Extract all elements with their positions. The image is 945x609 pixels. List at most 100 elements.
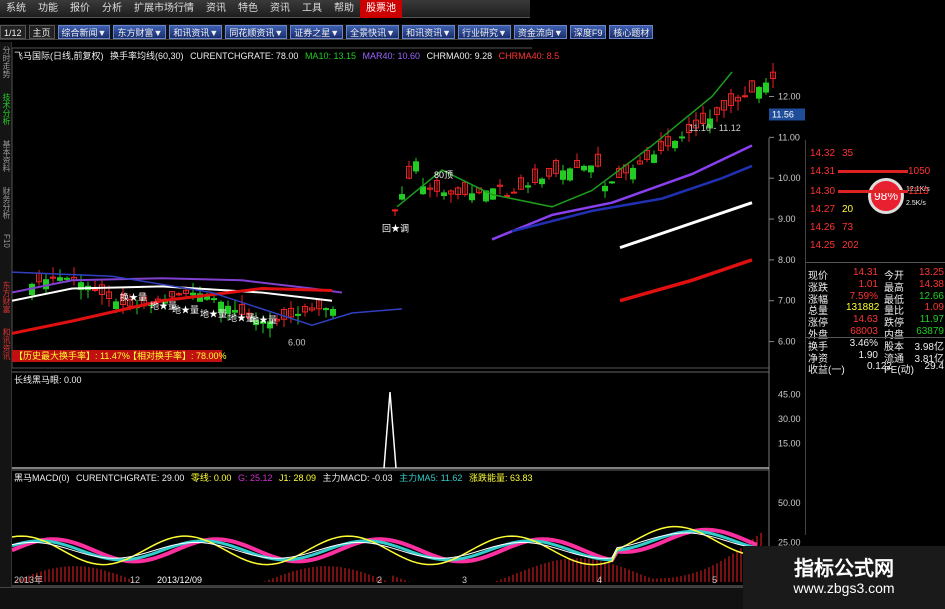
sidebar-tab[interactable]: 财务分析 [1, 187, 11, 219]
sidebar-tab[interactable]: 东方财富 [1, 281, 11, 313]
candle [679, 136, 685, 139]
bid-price: 14.32 [810, 148, 836, 159]
quote-panel: 98% 12.1K/s 2.5K/s 14.32 35 14.31 1050 14.30… [805, 140, 945, 535]
nav-tab[interactable]: 资金流向▼ [513, 24, 567, 39]
quote-value: 7.59% [849, 290, 878, 302]
speed-2: 2.5K/s [906, 200, 926, 207]
candle [504, 195, 510, 198]
candle [113, 301, 119, 309]
quote-value: 68003 [850, 326, 878, 337]
quote-value: 14.38 [918, 278, 944, 290]
candle [232, 310, 238, 313]
menu-item[interactable]: 帮助 [328, 0, 360, 18]
macd-main: 主力MACD: -0.03 [322, 473, 393, 483]
nav-tab[interactable]: 核心题材 [609, 24, 654, 39]
candle [581, 165, 587, 171]
candle [323, 308, 329, 311]
menu-item[interactable]: 分析 [96, 0, 128, 18]
sidebar-tab[interactable]: 基本资料 [1, 140, 11, 172]
menu-item[interactable]: 报价 [64, 0, 96, 18]
quote-value: 63879 [916, 326, 944, 337]
chart-canvas: 12.00 11.00 10.00 9.00 8.00 7.00 6.00 11.56 11.1… [11, 42, 805, 587]
nav-tab[interactable]: 全景快讯▼ [346, 24, 400, 39]
candle [295, 313, 301, 316]
nav-tab[interactable]: 综合新闻▼ [57, 24, 111, 39]
chrma40-value: CHRMA40: 8.5 [498, 51, 560, 61]
quote-value: 11.97 [919, 314, 944, 326]
menu-item[interactable]: 股票池 [360, 0, 402, 18]
bid-volume: 73 [842, 222, 854, 233]
quote-value: 3.46% [849, 337, 878, 349]
bid-volume: 20 [842, 204, 854, 215]
macd-curent: CURENTCHGRATE: 29.00 [76, 473, 185, 483]
quote-value: 14.63 [852, 314, 878, 326]
menu-item[interactable]: 功能 [32, 0, 64, 18]
menu-bar: 系统 功能 报价 分析 扩展市场行情 资讯 特色 资讯 工具 帮助 股票池 [0, 0, 530, 18]
page-indicator[interactable]: 1/12 [0, 24, 26, 39]
candle [602, 185, 608, 192]
watermark-title: 指标公式网 [794, 558, 894, 580]
nav-tab[interactable]: 深度F9 [569, 24, 607, 39]
watermark-url: www.zbgs3.com [793, 580, 895, 596]
nav-tab[interactable]: 证券之星▼ [290, 24, 344, 39]
vol-spike [383, 391, 397, 469]
nav-tab[interactable]: 和讯资讯▼ [402, 24, 455, 39]
candle [57, 277, 63, 281]
nav-tab[interactable]: 同花顺资讯▼ [225, 24, 288, 39]
main-header: 飞马国际(日线,前复权) 换手率均线(60,30) CURENTCHGRATE:… [14, 50, 563, 62]
macd-header: 黑马MACD(0) CURENTCHGRATE: 29.00 零线: 0.00 … [14, 472, 536, 484]
sidebar-tab[interactable]: F10 [1, 234, 11, 248]
menu-item[interactable]: 系统 [0, 0, 32, 18]
bid-volume: 35 [842, 148, 854, 159]
sidebar-tab[interactable]: 技术分析 [1, 93, 11, 125]
macd-diff: G: 25.12 [237, 473, 273, 483]
quote-value: 14.31 [852, 267, 878, 278]
sidebar-tab[interactable]: 和讯资讯 [1, 328, 11, 360]
pullback-label: 回★调 [382, 223, 409, 233]
sidebar-tab[interactable]: 分时走势 [1, 46, 11, 78]
menu-item[interactable]: 资讯 [200, 0, 232, 18]
candle [399, 194, 405, 200]
ytick-label: 9.00 [778, 214, 796, 224]
candle [64, 277, 70, 280]
left-sidebar: 分时走势技术分析基本资料财务分析 F10 东方财富和讯资讯 [0, 42, 12, 587]
ytick-label: 7.00 [778, 296, 796, 306]
curent-value: CURENTCHGRATE: 78.00 [190, 51, 299, 61]
nav-tab[interactable]: 和讯资讯▼ [169, 24, 223, 39]
ytick-label: 6.00 [778, 337, 796, 347]
candle [211, 298, 217, 301]
quote-value: 1.09 [924, 302, 944, 314]
peak-label: 80顶 [434, 170, 453, 180]
macd-j1: J1: 28.09 [278, 473, 317, 483]
low-label: 6.00 [288, 338, 306, 348]
stock-code: 飞马国际(日线,前复权) [14, 51, 104, 61]
candle [43, 279, 49, 290]
macd-ytick-label: 50.00 [778, 498, 801, 508]
vol-title: 长线黑马眼: 0.00 [14, 375, 82, 385]
macd-white-line [11, 532, 758, 559]
candle [560, 170, 566, 180]
xaxis-label: 5 [712, 575, 717, 585]
bid-price: 14.30 [810, 186, 836, 197]
home-button[interactable]: 主页 [28, 24, 55, 39]
candle [742, 95, 748, 98]
quote-value: 131882 [846, 302, 880, 314]
nav-tab[interactable]: 东方财富▼ [113, 24, 167, 39]
macd-zero: 零线: 0.00 [190, 473, 232, 483]
star-label: 地★量 [172, 304, 199, 315]
menu-item[interactable]: 特色 [232, 0, 264, 18]
bid-price: 14.26 [810, 222, 836, 233]
nav-tab[interactable]: 行业研究▼ [458, 24, 511, 39]
candle [441, 192, 447, 196]
menu-item[interactable]: 资讯 [264, 0, 296, 18]
xaxis-label: 2 [377, 575, 382, 585]
chrma00-value: CHRMA00: 9.28 [426, 51, 493, 61]
menu-item[interactable]: 工具 [296, 0, 328, 18]
quote-divider [806, 262, 945, 263]
macd-energy: 涨跌能量: 63.83 [468, 473, 533, 483]
indicator-name: 换手率均线(60,30) [110, 51, 184, 61]
star-label: 换★量 [120, 292, 147, 303]
macd-ma5: 主力MA5: 11.62 [399, 473, 463, 483]
menu-item[interactable]: 扩展市场行情 [128, 0, 200, 18]
xaxis-label: 12 [130, 575, 140, 585]
